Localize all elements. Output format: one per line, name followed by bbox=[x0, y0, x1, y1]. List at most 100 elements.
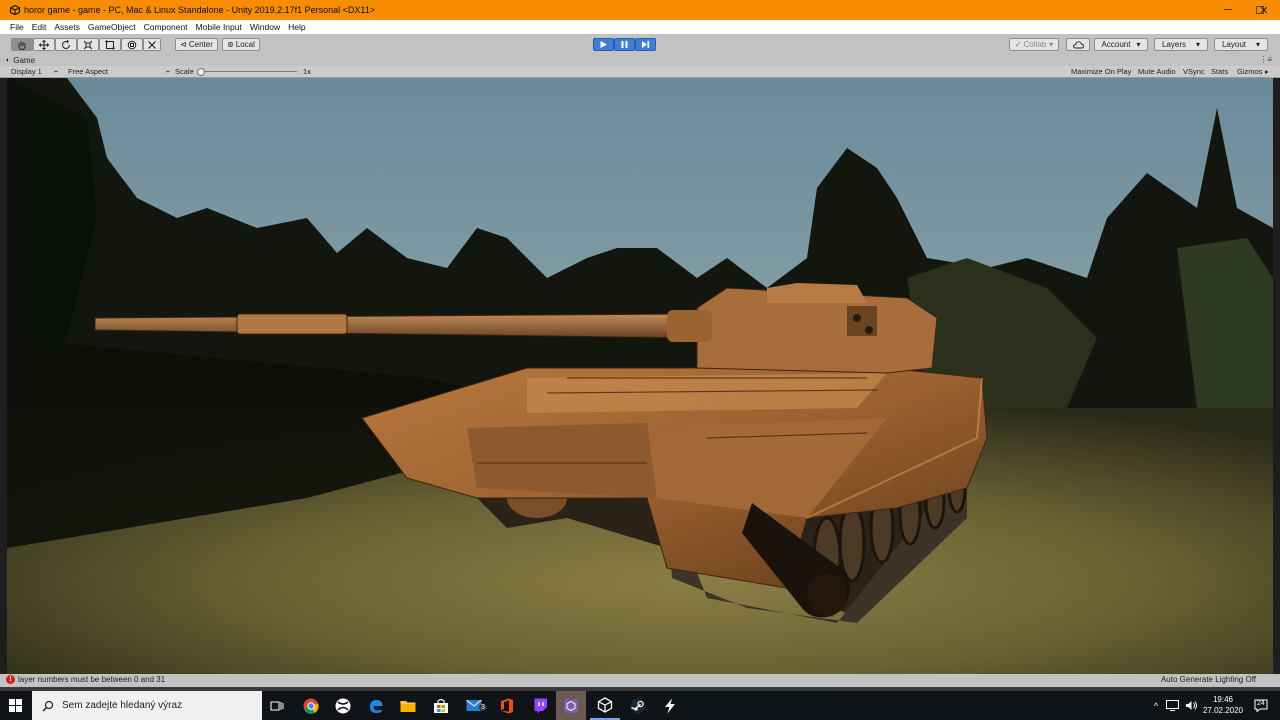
xbox-icon bbox=[335, 698, 351, 713]
pivot-mode-toggle[interactable]: ⊲ Center bbox=[175, 38, 218, 51]
speaker-icon[interactable] bbox=[1185, 700, 1198, 711]
xbox-taskbar-button[interactable] bbox=[328, 691, 358, 720]
cloud-button[interactable] bbox=[1066, 38, 1090, 51]
rotate-tool-button[interactable] bbox=[55, 38, 77, 51]
menu-assets[interactable]: Assets bbox=[54, 22, 80, 32]
network-icon[interactable] bbox=[1166, 700, 1180, 711]
steam-taskbar-button[interactable] bbox=[623, 691, 653, 720]
chevron-down-icon: ÷ bbox=[165, 67, 170, 76]
step-icon bbox=[642, 41, 650, 48]
vsync-toggle[interactable]: VSync bbox=[1183, 66, 1205, 77]
transform-tool-icon bbox=[127, 40, 137, 49]
store-icon bbox=[434, 698, 448, 713]
lighting-status: Auto Generate Lighting Off bbox=[1160, 675, 1256, 684]
folder-icon bbox=[400, 700, 416, 712]
hand-tool-icon bbox=[18, 41, 26, 50]
game-viewport[interactable] bbox=[7, 78, 1273, 674]
scale-value: 1x bbox=[303, 67, 311, 76]
pivot-mode-icon: ⊲ bbox=[180, 40, 187, 49]
menu-mobile-input[interactable]: Mobile Input bbox=[196, 22, 242, 32]
account-dropdown[interactable]: Account ▾ bbox=[1094, 38, 1148, 51]
local-rotation-icon: ⊛ bbox=[227, 40, 234, 49]
menu-file[interactable]: File bbox=[10, 22, 24, 32]
scale-label: Scale bbox=[175, 67, 194, 76]
tab-game[interactable]: ◐ Game bbox=[6, 54, 35, 66]
collab-dropdown[interactable]: ✓ Collab ▾ bbox=[1009, 38, 1059, 51]
pivot-rotation-toggle[interactable]: ⊛ Local bbox=[222, 38, 260, 51]
taskbar-clock[interactable]: 19:46 27.02.2020 bbox=[1198, 694, 1248, 716]
app-taskbar-button[interactable] bbox=[655, 691, 685, 720]
chevron-down-icon: ▾ bbox=[1196, 40, 1201, 49]
scale-slider[interactable] bbox=[197, 68, 297, 76]
display-dropdown[interactable]: Display 1 ÷ bbox=[11, 66, 58, 77]
menu-help[interactable]: Help bbox=[288, 22, 305, 32]
unity-hub-taskbar-button[interactable] bbox=[556, 691, 586, 720]
move-tool-button[interactable] bbox=[33, 38, 55, 51]
steam-icon bbox=[630, 698, 646, 713]
aspect-dropdown[interactable]: Free Aspect ÷ bbox=[68, 66, 172, 77]
play-icon bbox=[600, 41, 607, 48]
pause-button[interactable] bbox=[614, 38, 635, 51]
chevron-down-icon: ▾ bbox=[1049, 40, 1054, 49]
rect-tool-icon bbox=[105, 40, 115, 49]
gizmos-toggle[interactable]: Gizmos bbox=[1237, 66, 1262, 77]
search-placeholder: Sem zadejte hledaný výraz bbox=[62, 700, 183, 711]
layout-dropdown[interactable]: Layout ▾ bbox=[1214, 38, 1268, 51]
close-button[interactable]: ✕ bbox=[1248, 0, 1280, 20]
transform-tool-button[interactable] bbox=[121, 38, 143, 51]
unity-icon bbox=[597, 696, 613, 713]
chrome-icon bbox=[303, 698, 319, 714]
menu-component[interactable]: Component bbox=[144, 22, 188, 32]
chevron-down-icon: ÷ bbox=[53, 67, 58, 76]
scale-slider-thumb[interactable] bbox=[197, 68, 205, 76]
mail-badge: 3 bbox=[479, 704, 487, 711]
rect-tool-button[interactable] bbox=[99, 38, 121, 51]
console-error-message[interactable]: ! layer numbers must be between 0 and 31 bbox=[6, 675, 165, 684]
stats-toggle[interactable]: Stats bbox=[1211, 66, 1228, 77]
notification-center-button[interactable]: 24 bbox=[1250, 691, 1272, 720]
tank-scene-render bbox=[7, 78, 1273, 674]
taskbar-search-box[interactable]: Sem zadejte hledaný výraz bbox=[32, 691, 262, 720]
windows-taskbar: Sem zadejte hledaný výraz 3 ^ 19:46 27.0… bbox=[0, 691, 1280, 720]
edge-taskbar-button[interactable] bbox=[361, 691, 391, 720]
check-icon: ✓ bbox=[1014, 40, 1022, 49]
unity-editor-taskbar-button[interactable] bbox=[590, 691, 620, 720]
file-explorer-taskbar-button[interactable] bbox=[393, 691, 423, 720]
task-view-button[interactable] bbox=[262, 691, 292, 720]
pivot-rotation-label: Local bbox=[235, 40, 255, 49]
custom-tool-button[interactable] bbox=[143, 38, 161, 51]
mute-audio-toggle[interactable]: Mute Audio bbox=[1138, 66, 1176, 77]
maximize-on-play-toggle[interactable]: Maximize On Play bbox=[1071, 66, 1131, 77]
store-taskbar-button[interactable] bbox=[426, 691, 456, 720]
mail-taskbar-button[interactable]: 3 bbox=[460, 691, 490, 720]
edge-icon bbox=[370, 699, 383, 713]
aspect-label: Free Aspect bbox=[68, 67, 109, 76]
gizmos-chevron-icon[interactable]: ▸ bbox=[1265, 66, 1269, 77]
play-button[interactable] bbox=[593, 38, 614, 51]
twitch-taskbar-button[interactable] bbox=[525, 691, 555, 720]
move-tool-icon bbox=[39, 39, 49, 50]
step-button[interactable] bbox=[635, 38, 656, 51]
scale-tool-button[interactable] bbox=[77, 38, 99, 51]
collab-label: Collab bbox=[1023, 40, 1047, 49]
clock-time: 19:46 bbox=[1212, 695, 1234, 704]
menu-gameobject[interactable]: GameObject bbox=[88, 22, 136, 32]
game-tab-bar: ◐ Game ⋮≡ bbox=[0, 54, 1280, 66]
account-label: Account bbox=[1101, 40, 1131, 49]
error-icon: ! bbox=[6, 675, 15, 684]
layers-dropdown[interactable]: Layers ▾ bbox=[1154, 38, 1208, 51]
tab-menu-icon[interactable]: ⋮≡ bbox=[1259, 55, 1272, 64]
menu-window[interactable]: Window bbox=[250, 22, 280, 32]
menu-edit[interactable]: Edit bbox=[32, 22, 47, 32]
rotate-tool-icon bbox=[62, 39, 70, 49]
chrome-taskbar-button[interactable] bbox=[296, 691, 326, 720]
start-button[interactable] bbox=[0, 691, 30, 720]
game-tab-label: Game bbox=[13, 55, 36, 65]
hand-tool-button[interactable] bbox=[11, 38, 33, 51]
chevron-down-icon: ▾ bbox=[1136, 40, 1141, 49]
chevron-up-icon[interactable]: ^ bbox=[1154, 701, 1158, 711]
office-taskbar-button[interactable] bbox=[492, 691, 522, 720]
menu-bar: File Edit Assets GameObject Component Mo… bbox=[0, 20, 1280, 34]
chevron-down-icon: ▾ bbox=[1256, 40, 1261, 49]
windows-logo-icon bbox=[8, 699, 22, 712]
